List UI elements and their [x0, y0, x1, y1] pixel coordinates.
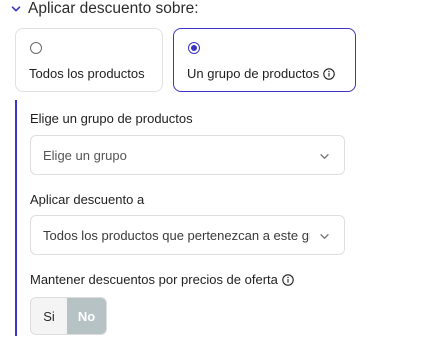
apply-select-value: Todos los productos que pertenezcan a es… — [43, 228, 310, 243]
toggle-yes-button[interactable]: Si — [31, 298, 67, 334]
option-product-group-label: Un grupo de productos — [187, 66, 336, 81]
option-product-group[interactable]: Un grupo de productos — [173, 28, 356, 92]
apply-field-label: Aplicar descuento a — [30, 192, 144, 207]
chevron-down-icon — [11, 6, 21, 12]
radio-all-products[interactable] — [30, 42, 42, 54]
keep-discounts-label: Mantener descuentos por precios de ofert… — [30, 272, 294, 287]
keep-discounts-label-text: Mantener descuentos por precios de ofert… — [30, 272, 278, 287]
option-all-products-label: Todos los productos — [29, 66, 145, 81]
option-product-group-text: Un grupo de productos — [187, 66, 320, 81]
section-title: Aplicar descuento sobre: — [28, 0, 199, 17]
group-select[interactable]: Elige un grupo — [30, 135, 345, 175]
keep-discounts-toggle[interactable]: Si No — [30, 297, 107, 335]
group-field-label-text: Elige un grupo de productos — [30, 111, 193, 126]
group-select-placeholder: Elige un grupo — [43, 148, 127, 163]
info-icon[interactable] — [323, 67, 336, 80]
group-field-label: Elige un grupo de productos — [30, 111, 193, 126]
section-header[interactable]: Aplicar descuento sobre: — [10, 0, 199, 18]
section-guide-line — [15, 100, 17, 336]
chevron-down-icon — [320, 234, 329, 239]
option-all-products-text: Todos los productos — [29, 66, 145, 81]
radio-product-group[interactable] — [188, 42, 200, 54]
apply-field-label-text: Aplicar descuento a — [30, 192, 145, 207]
option-all-products[interactable]: Todos los productos — [15, 28, 163, 92]
info-icon[interactable] — [282, 273, 294, 286]
apply-select[interactable]: Todos los productos que pertenezcan a es… — [30, 215, 345, 255]
toggle-no-button[interactable]: No — [67, 298, 106, 334]
chevron-down-icon — [320, 154, 329, 159]
